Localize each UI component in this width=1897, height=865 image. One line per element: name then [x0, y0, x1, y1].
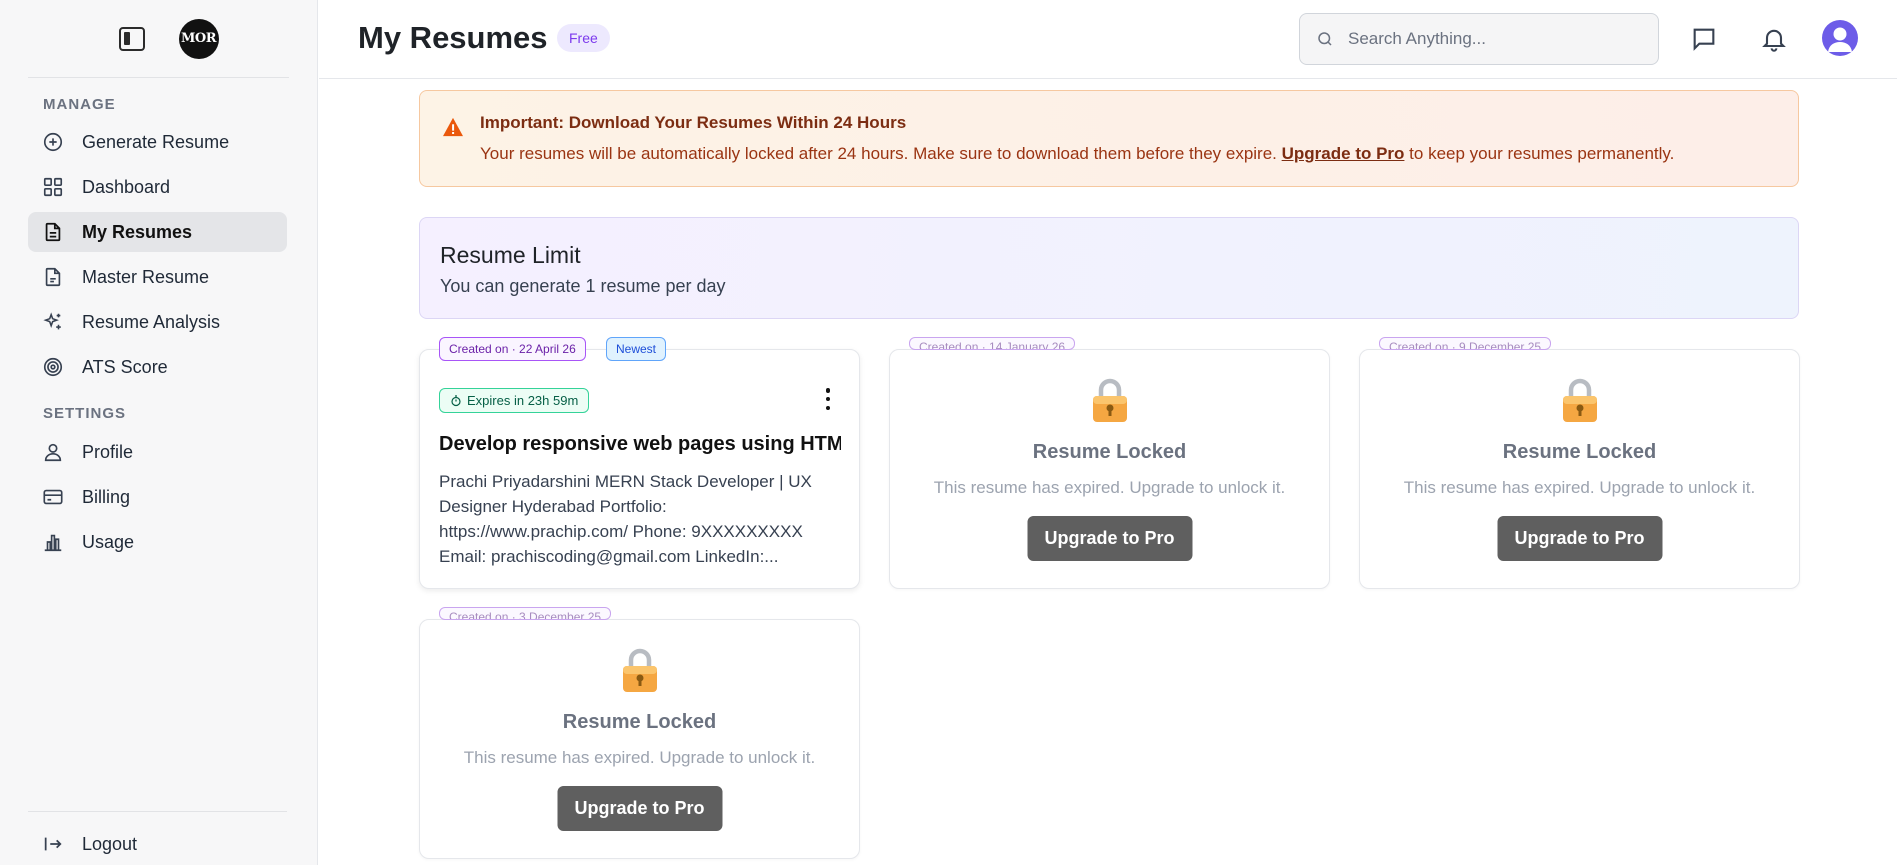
section-label-manage: MANAGE	[43, 96, 116, 113]
download-warning-alert: Important: Download Your Resumes Within …	[419, 90, 1799, 187]
sidebar-item-label: Master Resume	[82, 266, 210, 287]
document-icon	[45, 222, 61, 242]
sidebar-item-generate-resume[interactable]: Generate Resume	[28, 122, 287, 162]
logout-icon	[44, 837, 62, 851]
expiry-badge: Expires in 23h 59m	[439, 388, 590, 413]
resume-card-locked: Created on · 9 December 25 Resume Locked…	[1359, 337, 1800, 589]
sidebar-item-label: Profile	[82, 441, 134, 462]
upgrade-to-pro-button[interactable]: Upgrade to Pro	[557, 786, 722, 831]
sidebar-item-my-resumes[interactable]: My Resumes	[28, 212, 287, 252]
alert-body: Your resumes will be automatically locke…	[480, 144, 1674, 164]
user-avatar[interactable]	[1822, 20, 1858, 56]
resume-title: Develop responsive web pages using HTML	[439, 433, 841, 455]
newest-badge: Newest	[606, 337, 667, 361]
created-date-badge: Created on · 22 April 26	[439, 337, 586, 361]
logout-label: Logout	[82, 833, 138, 854]
plus-circle-icon	[43, 132, 63, 152]
sidebar-toggle-icon[interactable]	[118, 26, 145, 51]
upgrade-to-pro-link[interactable]: Upgrade to Pro	[1282, 144, 1405, 163]
search-box[interactable]	[1299, 13, 1659, 65]
nav-settings: Profile Billing Usage	[28, 432, 287, 567]
sidebar-item-label: ATS Score	[82, 356, 168, 377]
top-header: My Resumes Free	[319, 0, 1897, 79]
sidebar-item-ats-score[interactable]: ATS Score	[28, 347, 287, 387]
lock-icon	[622, 648, 657, 692]
limit-subtitle: You can generate 1 resume per day	[440, 276, 726, 296]
credit-card-icon	[43, 489, 63, 505]
sidebar-item-label: Generate Resume	[82, 131, 230, 152]
stopwatch-icon	[451, 394, 461, 406]
resume-description: Prachi Priyadarshini MERN Stack Develope…	[439, 472, 812, 566]
locked-subtitle: This resume has expired. Upgrade to unlo…	[463, 748, 816, 767]
message-icon[interactable]	[1690, 25, 1718, 53]
lock-icon	[1092, 378, 1127, 422]
section-label-settings: SETTINGS	[43, 405, 127, 422]
locked-title: Resume Locked	[1502, 441, 1657, 463]
bar-chart-icon	[44, 534, 62, 552]
search-input[interactable]	[1348, 29, 1638, 49]
sidebar-item-master-resume[interactable]: Master Resume	[28, 257, 287, 297]
upgrade-to-pro-button[interactable]: Upgrade to Pro	[1027, 516, 1192, 561]
alert-title: Important: Download Your Resumes Within …	[480, 113, 907, 132]
locked-title: Resume Locked	[1032, 441, 1187, 463]
warning-icon	[443, 117, 463, 137]
resume-card[interactable]: Created on · 22 April 26 Newest Expires …	[419, 337, 860, 589]
avatar-icon	[1828, 27, 1852, 52]
resume-card-locked: Created on · 3 December 25 Resume Locked…	[419, 607, 860, 859]
file-icon	[45, 267, 61, 287]
sidebar-item-billing[interactable]: Billing	[28, 477, 287, 517]
locked-subtitle: This resume has expired. Upgrade to unlo…	[1403, 478, 1756, 497]
sidebar-item-label: My Resumes	[82, 221, 193, 242]
expiry-text: Expires in 23h 59m	[467, 393, 579, 408]
alert-body-text: Your resumes will be automatically locke…	[480, 144, 1277, 163]
resume-card-locked: Created on · 14 January 26 Resume Locked…	[889, 337, 1330, 589]
alert-body-text-end: to keep your resumes permanently.	[1409, 144, 1675, 163]
locked-subtitle: This resume has expired. Upgrade to unlo…	[933, 478, 1286, 497]
sidebar-item-dashboard[interactable]: Dashboard	[28, 167, 287, 207]
sidebar-header: MOR	[28, 0, 289, 78]
limit-title: Resume Limit	[440, 242, 581, 268]
upgrade-to-pro-button[interactable]: Upgrade to Pro	[1497, 516, 1662, 561]
created-date-badge: Created on · 3 December 25	[439, 607, 612, 620]
sidebar-item-label: Resume Analysis	[82, 311, 221, 332]
sidebar-item-resume-analysis[interactable]: Resume Analysis	[28, 302, 287, 342]
sidebar-item-label: Usage	[82, 531, 135, 552]
sidebar-item-label: Dashboard	[82, 176, 171, 197]
plan-badge: Free	[557, 24, 610, 52]
created-date-badge: Created on · 9 December 25	[1379, 337, 1552, 350]
sidebar-item-usage[interactable]: Usage	[28, 522, 287, 562]
resume-limit-panel: Resume Limit You can generate 1 resume p…	[419, 217, 1799, 319]
locked-title: Resume Locked	[562, 711, 717, 733]
user-icon	[44, 443, 62, 462]
grid-icon	[43, 177, 63, 197]
nav-manage: Generate Resume Dashboard My Resumes Mas…	[28, 122, 287, 392]
brand-logo[interactable]: MOR	[178, 18, 219, 59]
search-icon	[1318, 32, 1332, 46]
created-date-badge: Created on · 14 January 26	[909, 337, 1076, 350]
page-title: My Resumes	[358, 20, 548, 55]
sidebar-item-label: Billing	[82, 486, 131, 507]
lock-icon	[1562, 378, 1597, 422]
sidebar: MOR MANAGE Generate Resume Dashboard My …	[0, 0, 318, 865]
bell-icon[interactable]	[1760, 25, 1788, 53]
logout-button[interactable]: Logout	[28, 824, 287, 864]
target-icon	[43, 357, 63, 377]
sparkles-icon	[43, 312, 61, 330]
card-menu-button[interactable]	[822, 388, 834, 410]
sidebar-item-profile[interactable]: Profile	[28, 432, 287, 472]
sidebar-footer: Logout	[28, 811, 287, 865]
